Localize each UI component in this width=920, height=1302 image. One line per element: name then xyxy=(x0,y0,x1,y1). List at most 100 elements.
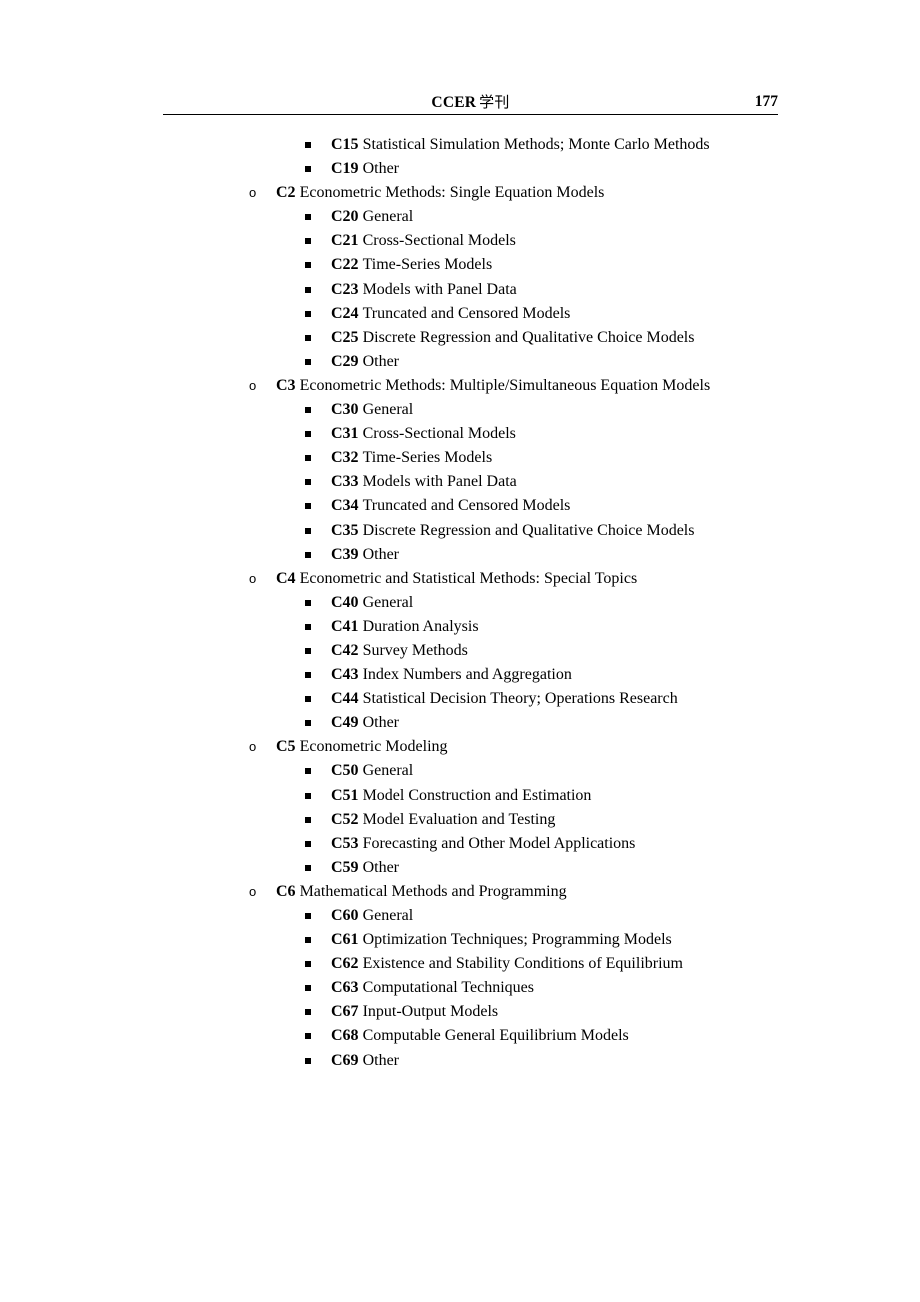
outline-item-c40: C40 General xyxy=(0,591,920,615)
outline-item-c63: C63 Computational Techniques xyxy=(0,976,920,1000)
square-bullet-glyph xyxy=(305,792,311,799)
outline-item-c61: C61 Optimization Techniques; Programming … xyxy=(0,928,920,952)
outline-item-c25: C25 Discrete Regression and Qualitative C… xyxy=(0,326,920,350)
square-bullet-glyph xyxy=(305,599,311,606)
square-bullet-glyph xyxy=(305,455,311,462)
jel-code: C15 xyxy=(331,136,359,153)
square-bullet-glyph xyxy=(305,840,311,847)
outline-item-text: C32 Time-Series Models xyxy=(331,446,492,470)
outline-item-text: C33 Models with Panel Data xyxy=(331,470,517,494)
jel-code: C42 xyxy=(331,641,359,659)
square-bullet-glyph xyxy=(305,1057,311,1064)
square-bullet-icon xyxy=(305,928,313,952)
square-bullet-icon xyxy=(305,591,313,615)
outline-item-c6: o C6 Mathematical Methods and Programming xyxy=(0,880,920,904)
jel-code: C24 xyxy=(331,304,359,322)
square-bullet-icon xyxy=(305,663,313,687)
square-bullet-glyph xyxy=(305,407,311,414)
outline-item-text: C25 Discrete Regression and Qualitative C… xyxy=(331,326,694,350)
outline-item-text: C51 Model Construction and Estimation xyxy=(331,784,591,808)
square-bullet-glyph xyxy=(305,913,311,919)
circle-bullet-icon: o xyxy=(249,739,257,755)
outline-item-text: C34 Truncated and Censored Models xyxy=(331,494,570,518)
jel-code: C21 xyxy=(331,232,359,250)
square-bullet-icon xyxy=(305,519,313,543)
document-page: CCER 学刊 177 C15 Statistical Simulation Met… xyxy=(0,0,920,1302)
square-bullet-glyph xyxy=(305,720,311,727)
square-bullet-glyph xyxy=(305,238,311,245)
jel-description: General xyxy=(362,401,414,419)
outline-item-text: C31 Cross-Sectional Models xyxy=(331,422,516,446)
outline-item-text: C23 Models with Panel Data xyxy=(331,278,517,302)
outline-item-c60: C60 General xyxy=(0,904,920,928)
square-bullet-glyph xyxy=(305,358,311,365)
jel-description: Other xyxy=(362,160,399,178)
square-bullet-glyph xyxy=(305,166,311,173)
jel-code: C20 xyxy=(331,208,359,226)
jel-code: C4 xyxy=(276,569,296,587)
jel-code: C67 xyxy=(331,1003,359,1021)
outline-item-text: C50 General xyxy=(331,759,413,783)
jel-description: Time-Series Models xyxy=(362,449,493,467)
outline-item-text: C59 Other xyxy=(331,856,399,880)
circle-bullet-icon: o xyxy=(249,377,257,393)
outline-item-text: C21 Cross-Sectional Models xyxy=(331,229,516,253)
outline-item-c44: C44 Statistical Decision Theory; Operatio… xyxy=(0,687,920,711)
outline-item-c4: o C4 Econometric and Statistical Methods: … xyxy=(0,567,920,591)
jel-description: Other xyxy=(362,714,399,732)
outline-item-c43: C43 Index Numbers and Aggregation xyxy=(0,663,920,687)
square-bullet-glyph xyxy=(305,937,311,944)
jel-code: C68 xyxy=(331,1027,359,1045)
square-bullet-glyph xyxy=(305,672,311,679)
jel-description: Econometric Modeling xyxy=(299,738,448,756)
outline-item-c39: C39 Other xyxy=(0,543,920,567)
outline-item-c19: C19 Other xyxy=(0,157,920,181)
square-bullet-icon xyxy=(305,133,313,157)
jel-code: C29 xyxy=(331,352,359,370)
square-bullet-icon xyxy=(305,470,313,494)
jel-description: Model Evaluation and Testing xyxy=(362,810,556,828)
outline-item-c30: C30 General xyxy=(0,398,920,422)
jel-description: Truncated and Censored Models xyxy=(362,304,571,322)
outline-item-c42: C42 Survey Methods xyxy=(0,639,920,663)
outline-item-text: C2 Econometric Methods: Single Equation M… xyxy=(276,181,604,205)
square-bullet-icon xyxy=(305,1024,313,1048)
jel-code: C41 xyxy=(331,617,359,635)
jel-description: Other xyxy=(362,545,399,563)
running-header: CCER 学刊 177 xyxy=(163,92,778,115)
outline-item-text: C22 Time-Series Models xyxy=(331,253,492,277)
jel-code: C50 xyxy=(331,762,359,780)
square-bullet-icon xyxy=(305,856,313,880)
square-bullet-icon xyxy=(305,615,313,639)
square-bullet-glyph xyxy=(305,1033,311,1040)
outline-item-text: C20 General xyxy=(331,205,413,229)
outline-item-text: C29 Other xyxy=(331,350,399,374)
page-number: 177 xyxy=(754,93,778,110)
square-bullet-glyph xyxy=(305,479,311,486)
outline-item-c35: C35 Discrete Regression and Qualitative C… xyxy=(0,519,920,543)
outline-item-text: C68 Computable General Equilibrium Models xyxy=(331,1024,629,1048)
jel-description: Other xyxy=(362,858,399,876)
square-bullet-glyph xyxy=(305,334,311,341)
square-bullet-icon xyxy=(305,229,313,253)
square-bullet-glyph xyxy=(305,864,311,871)
square-bullet-glyph xyxy=(305,142,311,148)
square-bullet-icon xyxy=(305,832,313,856)
jel-description: Discrete Regression and Qualitative Choi… xyxy=(362,521,695,539)
square-bullet-glyph xyxy=(305,623,311,630)
outline-item-c3: o C3 Econometric Methods: Multiple/Simulta… xyxy=(0,374,920,398)
jel-description: Econometric Methods: Multiple/Simultaneo… xyxy=(299,376,711,394)
outline-item-c2: o C2 Econometric Methods: Single Equation … xyxy=(0,181,920,205)
outline-item-text: C15 Statistical Simulation Methods; Monte… xyxy=(331,133,710,157)
jel-code: C35 xyxy=(331,521,359,539)
outline-item-c52: C52 Model Evaluation and Testing xyxy=(0,808,920,832)
square-bullet-icon xyxy=(305,253,313,277)
outline-item-text: C5 Econometric Modeling xyxy=(276,735,448,759)
jel-description: Survey Methods xyxy=(362,641,468,659)
jel-description: Model Construction and Estimation xyxy=(362,786,592,804)
outline-item-c33: C33 Models with Panel Data xyxy=(0,470,920,494)
jel-code: C5 xyxy=(276,738,296,756)
square-bullet-icon xyxy=(305,326,313,350)
jel-code: C69 xyxy=(331,1051,359,1069)
square-bullet-glyph xyxy=(305,503,311,510)
